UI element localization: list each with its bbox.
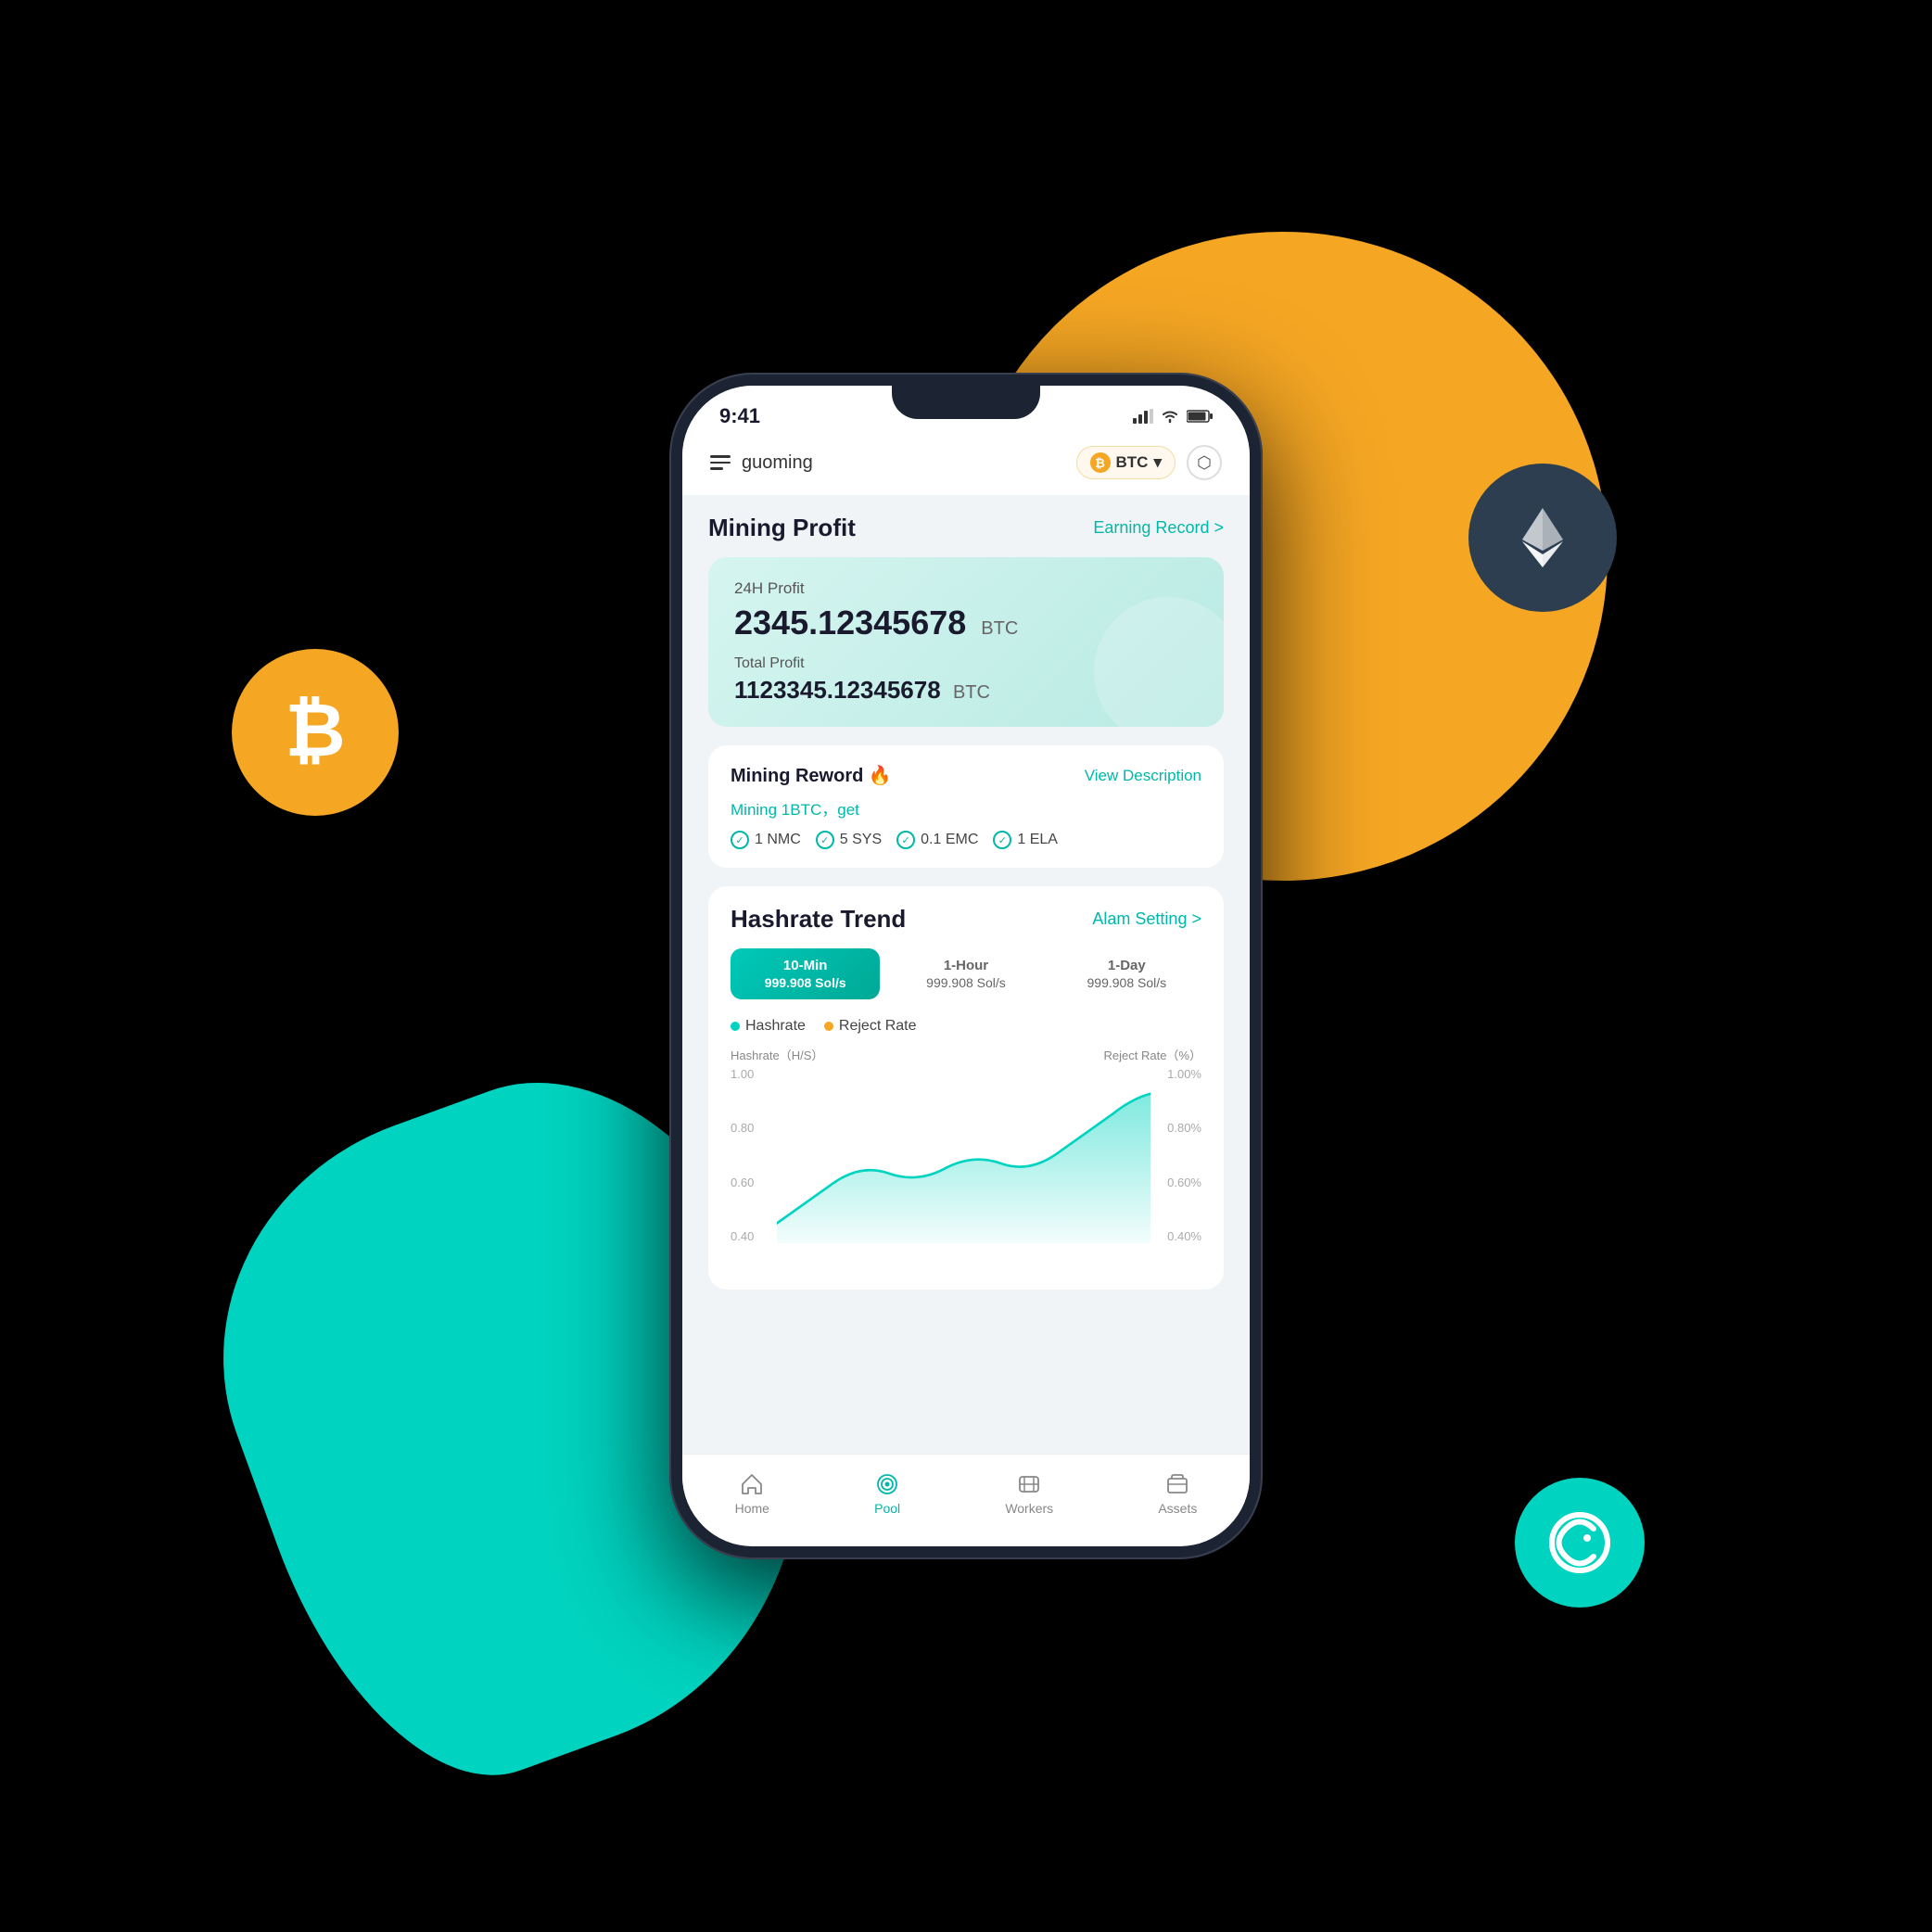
nav-home[interactable]: Home <box>735 1471 769 1516</box>
hashrate-section: Hashrate Trend Alam Setting > 10-Min 999… <box>708 886 1224 1290</box>
hashrate-label: Hashrate <box>745 1018 806 1035</box>
btc-label: BTC <box>1116 453 1149 472</box>
profit-24h-label: 24H Profit <box>734 579 1198 598</box>
tab-10min-label: 10-Min <box>738 958 872 973</box>
svg-text:₿: ₿ <box>285 689 345 771</box>
phone-screen: 9:41 <box>682 386 1250 1546</box>
assets-icon <box>1164 1471 1190 1497</box>
workers-icon <box>1016 1471 1042 1497</box>
reward-header: Mining Reword 🔥 View Description <box>731 764 1201 787</box>
green-c-icon <box>1515 1478 1645 1608</box>
tab-10min-value: 999.908 Sol/s <box>738 975 872 990</box>
reward-item-nmc: ✓ 1 NMC <box>731 831 801 849</box>
btc-circle: ₿ <box>1090 452 1111 473</box>
profit-card: 24H Profit 2345.12345678 BTC Total Profi… <box>708 557 1224 727</box>
phone-wrapper: 9:41 <box>669 373 1263 1559</box>
tab-1day[interactable]: 1-Day 999.908 Sol/s <box>1052 948 1201 999</box>
status-icons <box>1133 409 1213 424</box>
profit-24h-value: 2345.12345678 BTC <box>734 604 1198 642</box>
tab-1day-label: 1-Day <box>1060 958 1194 973</box>
hashrate-fill <box>777 1094 1150 1243</box>
hashrate-dot <box>731 1022 740 1031</box>
reward-label-emc: 0.1 EMC <box>921 832 978 848</box>
tab-1day-value: 999.908 Sol/s <box>1060 975 1194 990</box>
tab-10min[interactable]: 10-Min 999.908 Sol/s <box>731 948 880 999</box>
menu-icon[interactable] <box>710 455 731 470</box>
tab-1hour-value: 999.908 Sol/s <box>898 975 1033 990</box>
signal-icon <box>1133 409 1153 424</box>
reward-subtitle: Mining 1BTC，get <box>731 796 1201 820</box>
bitcoin-icon: ₿ <box>232 649 399 816</box>
check-ela: ✓ <box>993 831 1011 849</box>
ethereum-icon <box>1468 464 1617 612</box>
home-icon <box>739 1471 765 1497</box>
time-tabs: 10-Min 999.908 Sol/s 1-Hour 999.908 Sol/… <box>731 948 1201 999</box>
app-header: guoming ₿ BTC ▾ ⬡ <box>682 436 1250 495</box>
mining-profit-title: Mining Profit <box>708 514 856 542</box>
phone-notch <box>892 386 1040 419</box>
nav-workers-label: Workers <box>1005 1501 1053 1516</box>
legend-reject-rate: Reject Rate <box>824 1018 917 1035</box>
nav-workers[interactable]: Workers <box>1005 1471 1053 1516</box>
status-time: 9:41 <box>719 404 760 428</box>
username-label: guoming <box>742 452 813 474</box>
mining-reward-section: Mining Reword 🔥 View Description Mining … <box>708 745 1224 868</box>
y-axis-right-title: Reject Rate（%） <box>1104 1046 1201 1063</box>
reward-item-emc: ✓ 0.1 EMC <box>896 831 978 849</box>
chart-legend: Hashrate Reject Rate <box>731 1018 1201 1035</box>
phone-outer: 9:41 <box>669 373 1263 1559</box>
legend-hashrate: Hashrate <box>731 1018 806 1035</box>
reward-item-sys: ✓ 5 SYS <box>816 831 882 849</box>
nav-assets[interactable]: Assets <box>1158 1471 1197 1516</box>
total-profit-value: 1123345.12345678 BTC <box>734 676 1198 705</box>
reward-item-ela: ✓ 1 ELA <box>993 831 1058 849</box>
check-emc: ✓ <box>896 831 915 849</box>
nav-home-label: Home <box>735 1501 769 1516</box>
hashrate-title: Hashrate Trend <box>731 905 906 934</box>
hashrate-chart-svg <box>777 1084 1150 1243</box>
settings-icon[interactable]: ⬡ <box>1187 445 1222 480</box>
reward-items: ✓ 1 NMC ✓ 5 SYS ✓ 0.1 EMC ✓ <box>731 831 1201 849</box>
chart-area: 1.00 0.80 0.60 0.40 1.00% 0.80% 0.60% 0.… <box>731 1067 1201 1271</box>
btc-arrow: ▾ <box>1153 453 1162 472</box>
reward-label-sys: 5 SYS <box>840 832 882 848</box>
tab-1hour-label: 1-Hour <box>898 958 1033 973</box>
bottom-nav: Home Pool <box>682 1454 1250 1546</box>
alarm-setting-link[interactable]: Alam Setting > <box>1092 909 1201 929</box>
earning-record-link[interactable]: Earning Record > <box>1093 518 1224 538</box>
wifi-icon <box>1161 409 1179 424</box>
reward-title: Mining Reword 🔥 <box>731 764 892 787</box>
header-right: ₿ BTC ▾ ⬡ <box>1076 445 1223 480</box>
battery-icon <box>1187 409 1213 424</box>
check-nmc: ✓ <box>731 831 749 849</box>
btc-selector[interactable]: ₿ BTC ▾ <box>1076 446 1176 479</box>
nav-assets-label: Assets <box>1158 1501 1197 1516</box>
reject-rate-dot <box>824 1022 833 1031</box>
reward-label-ela: 1 ELA <box>1017 832 1058 848</box>
y-labels-right: 1.00% 0.80% 0.60% 0.40% <box>1150 1067 1201 1243</box>
tab-1hour[interactable]: 1-Hour 999.908 Sol/s <box>891 948 1040 999</box>
header-left: guoming <box>710 452 813 474</box>
pool-icon <box>874 1471 900 1497</box>
main-content: Mining Profit Earning Record > 24H Profi… <box>682 495 1250 1489</box>
mining-profit-header: Mining Profit Earning Record > <box>708 514 1224 542</box>
view-description-link[interactable]: View Description <box>1085 767 1201 785</box>
y-axis-left-title: Hashrate（H/S） <box>731 1046 823 1063</box>
total-profit-label: Total Profit <box>734 655 1198 672</box>
nav-pool-label: Pool <box>874 1501 900 1516</box>
reject-rate-label: Reject Rate <box>839 1018 917 1035</box>
check-sys: ✓ <box>816 831 834 849</box>
reward-label-nmc: 1 NMC <box>755 832 801 848</box>
nav-pool[interactable]: Pool <box>874 1471 900 1516</box>
hashrate-header: Hashrate Trend Alam Setting > <box>731 905 1201 934</box>
y-labels-left: 1.00 0.80 0.60 0.40 <box>731 1067 777 1243</box>
